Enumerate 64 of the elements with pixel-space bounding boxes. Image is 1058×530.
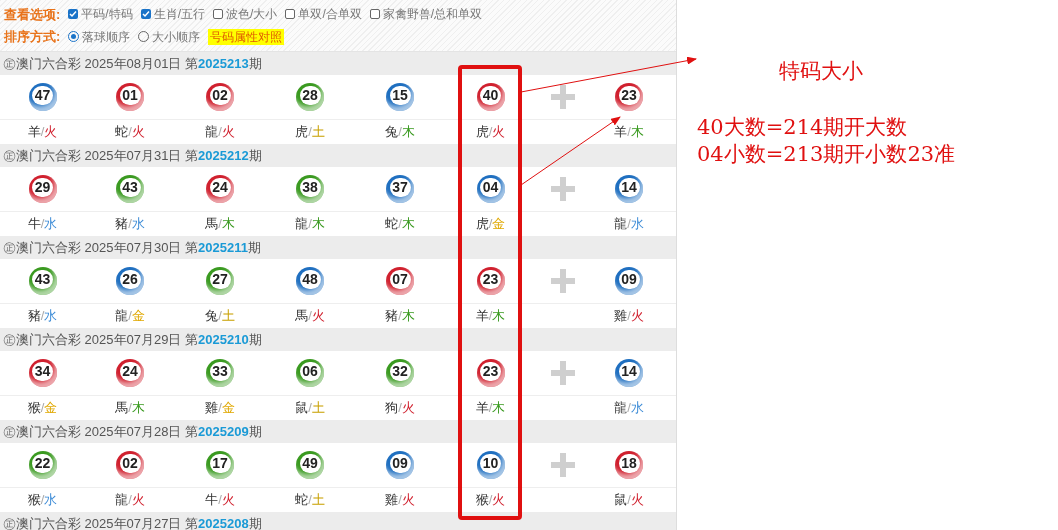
zodiac-element-label: 馬/火 xyxy=(295,307,325,326)
zodiac-element-label: 羊/木 xyxy=(475,307,506,326)
plus-icon xyxy=(551,361,575,385)
annotation-text: 40大数=214期开大数 xyxy=(697,114,909,141)
plus-icon xyxy=(551,453,575,477)
zodiac-element-label: 雞/金 xyxy=(205,399,235,418)
zodiac-element-label: 豬/水 xyxy=(115,215,145,234)
checkbox-label[interactable]: 波色/大小 xyxy=(226,5,278,24)
zodiac-element-label: 兔/土 xyxy=(205,307,235,326)
draw-header: ㊣澳门六合彩 2025年07月27日 第2025208期 xyxy=(0,512,676,530)
zodiac-element-label: 猴/金 xyxy=(27,399,58,418)
plus-icon xyxy=(551,269,575,293)
zodiac-element-label: 蛇/木 xyxy=(385,215,415,234)
zodiac-element-label: 龍/水 xyxy=(614,215,644,234)
zodiac-element-label: 馬/木 xyxy=(205,215,235,234)
zodiac-element-label: 馬/木 xyxy=(115,399,145,418)
zodiac-element-label: 虎/金 xyxy=(475,215,506,234)
checkbox-label[interactable]: 单双/合单双 xyxy=(298,5,362,24)
zodiac-element-label: 羊/火 xyxy=(27,123,58,142)
attribute-table-button[interactable]: 号码属性对照 xyxy=(208,28,285,45)
zodiac-element-label: 龍/火 xyxy=(115,491,145,510)
zodiac-element-label: 龍/水 xyxy=(614,399,644,418)
checkbox[interactable] xyxy=(285,9,296,20)
checkbox-label[interactable]: 平码/特码 xyxy=(81,5,133,24)
zodiac-element-label: 牛/水 xyxy=(27,215,58,234)
draw-header: ㊣澳门六合彩 2025年07月29日 第2025210期 xyxy=(0,328,676,351)
zodiac-element-label: 羊/木 xyxy=(475,399,506,418)
annotation-text: 04小数=213期开小数23准 xyxy=(697,141,957,168)
zodiac-element-label: 雞/火 xyxy=(385,491,415,510)
radio-label[interactable]: 落球顺序 xyxy=(82,27,131,46)
zodiac-element-label: 羊/木 xyxy=(614,123,644,142)
options-label: 排序方式: xyxy=(4,28,61,46)
annotation-title: 特码大小 xyxy=(779,58,864,85)
radio-label[interactable]: 大小顺序 xyxy=(152,27,201,46)
draw-header: ㊣澳门六合彩 2025年07月31日 第2025212期 xyxy=(0,144,676,167)
zodiac-element-label: 虎/土 xyxy=(295,123,325,142)
zodiac-element-label: 鼠/土 xyxy=(295,399,325,418)
zodiac-element-label: 龍/金 xyxy=(115,307,145,326)
plus-icon xyxy=(551,85,575,109)
zodiac-element-label: 蛇/土 xyxy=(295,491,325,510)
checkbox-label[interactable]: 家禽野兽/总和单双 xyxy=(382,5,483,24)
zodiac-element-label: 龍/木 xyxy=(295,215,325,234)
zodiac-element-label: 雞/火 xyxy=(614,307,644,326)
checkbox[interactable] xyxy=(140,9,151,20)
options-label: 查看选项: xyxy=(4,5,61,24)
zodiac-element-label: 虎/火 xyxy=(475,123,506,142)
draw-header: ㊣澳门六合彩 2025年07月30日 第2025211期 xyxy=(0,236,676,259)
checkbox-label[interactable]: 生肖/五行 xyxy=(153,5,206,24)
zodiac-element-label: 猴/火 xyxy=(475,491,506,510)
zodiac-element-label: 鼠/火 xyxy=(614,491,644,510)
zodiac-element-label: 龍/火 xyxy=(205,123,235,142)
zodiac-element-label: 豬/水 xyxy=(27,307,58,326)
checkbox[interactable] xyxy=(68,9,79,20)
zodiac-element-label: 狗/火 xyxy=(385,399,415,418)
zodiac-element-label: 兔/木 xyxy=(385,123,415,142)
draw-header: ㊣澳门六合彩 2025年08月01日 第2025213期 xyxy=(0,52,676,75)
checkbox[interactable] xyxy=(213,9,224,20)
draw-header: ㊣澳门六合彩 2025年07月28日 第2025209期 xyxy=(0,420,676,443)
checkbox[interactable] xyxy=(369,9,380,20)
zodiac-element-label: 猴/水 xyxy=(27,491,58,510)
zodiac-element-label: 牛/火 xyxy=(205,491,235,510)
zodiac-element-label: 豬/木 xyxy=(385,307,415,326)
plus-icon xyxy=(551,177,575,201)
zodiac-element-label: 蛇/火 xyxy=(115,123,145,142)
